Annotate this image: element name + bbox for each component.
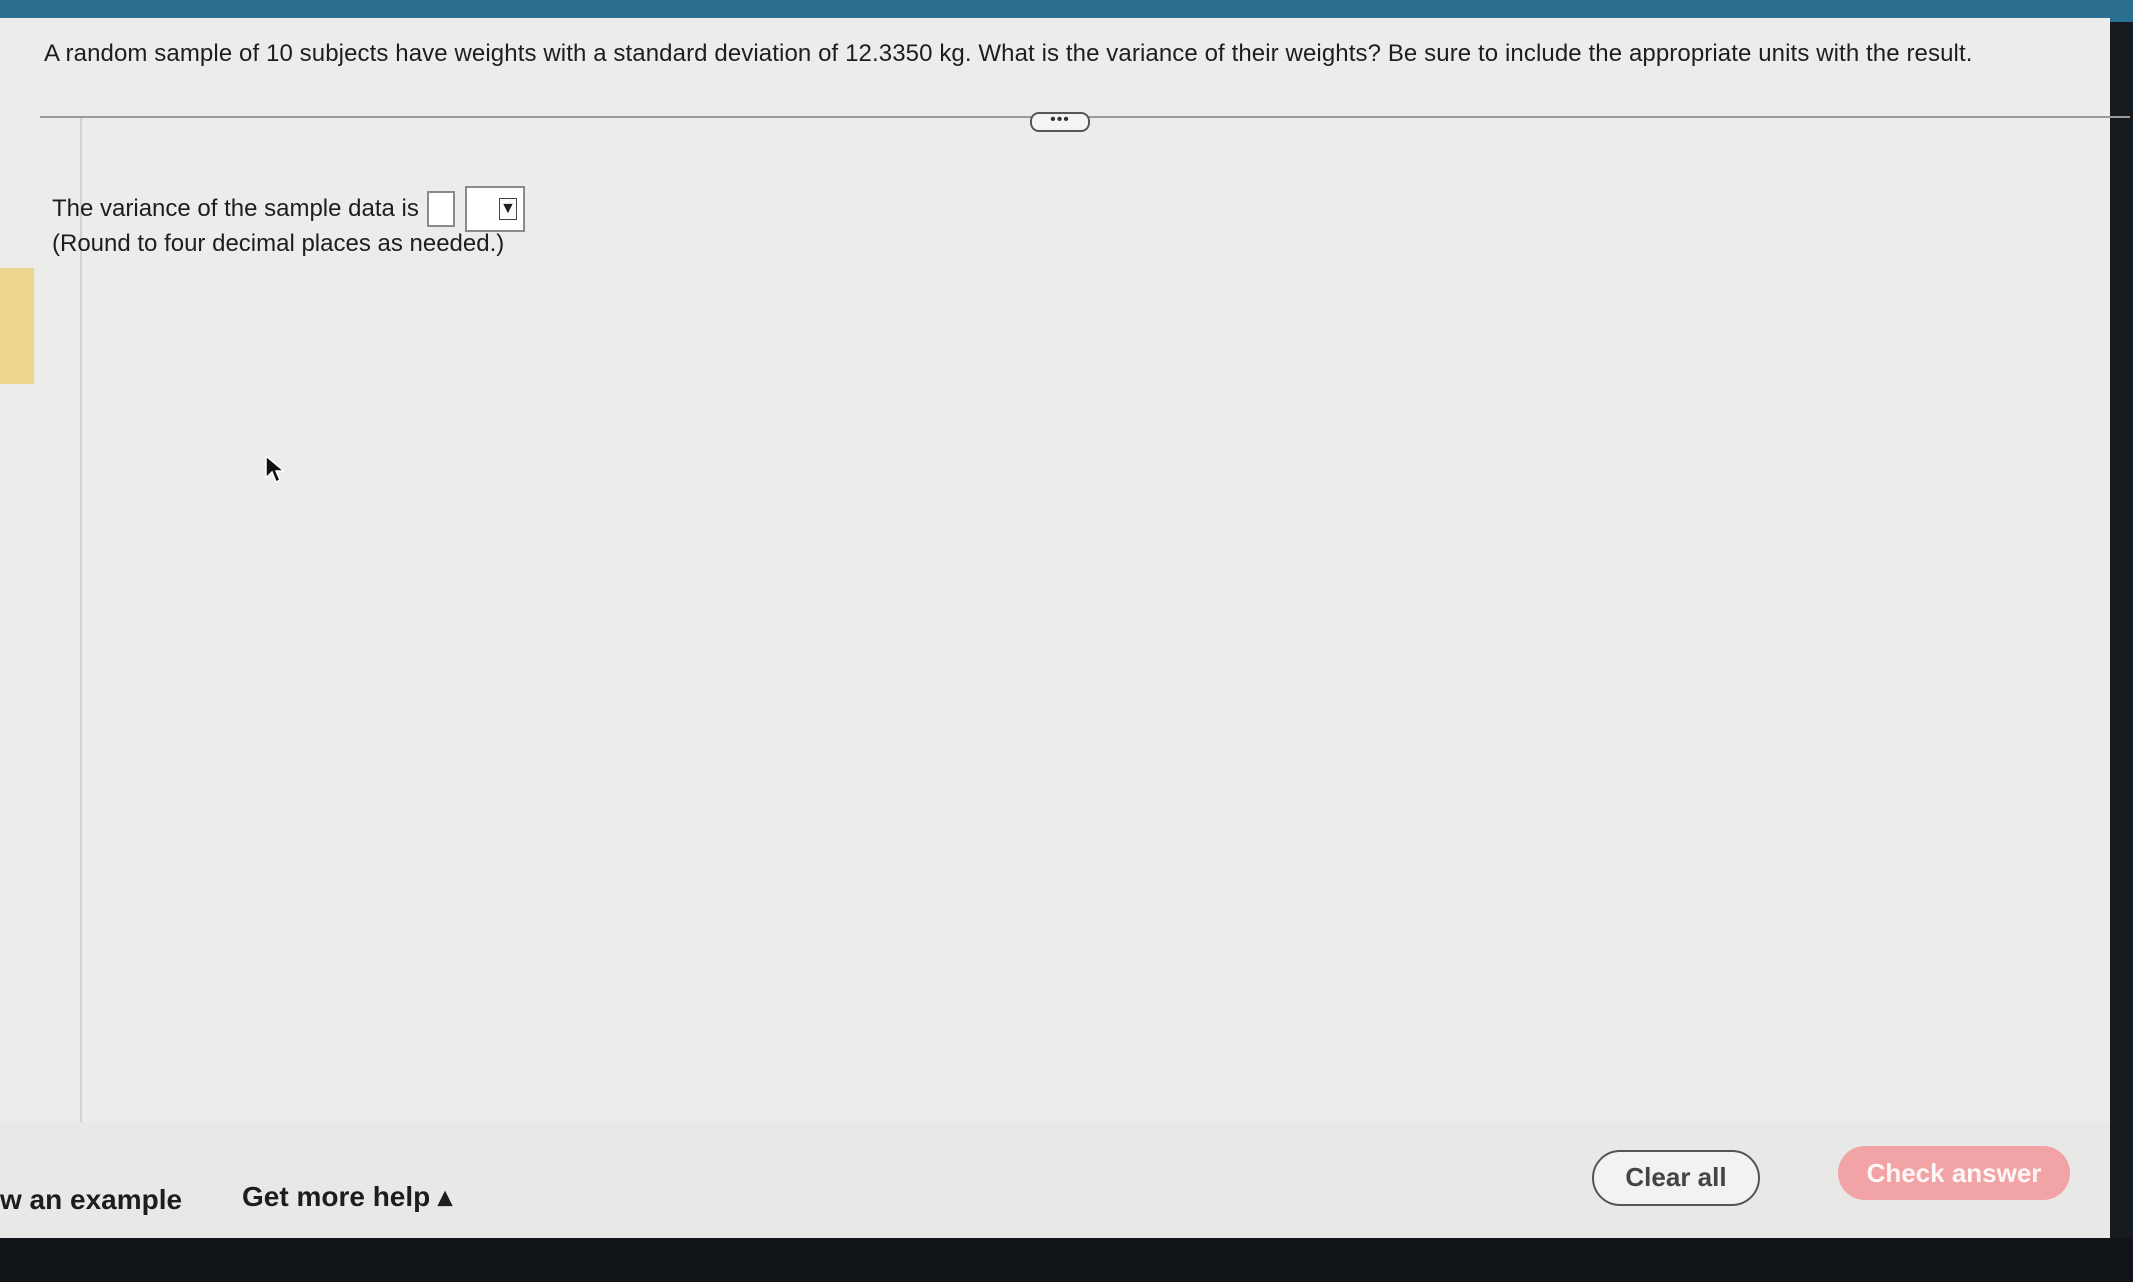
dropdown-arrow-icon: ▼ [498,198,517,220]
left-panel-border [80,118,82,1138]
mouse-cursor-icon [265,454,284,484]
clear-all-button[interactable]: Clear all [1592,1150,1760,1206]
answer-row: The variance of the sample data is ▼ [52,186,525,232]
answer-prompt: The variance of the sample data is [52,195,419,222]
check-answer-button[interactable]: Check answer [1838,1146,2070,1200]
variance-answer-input[interactable] [426,191,455,227]
more-options-button[interactable]: ••• [1030,112,1090,132]
monitor-bezel [0,1238,2133,1282]
view-example-link[interactable]: w an example [0,1184,182,1216]
unit-dropdown[interactable]: ▼ [464,186,525,232]
question-text: A random sample of 10 subjects have weig… [44,40,1973,67]
rounding-hint: (Round to four decimal places as needed.… [52,230,505,257]
get-more-help-link[interactable]: Get more help ▴ [242,1180,452,1213]
side-highlight-tab [0,268,34,384]
